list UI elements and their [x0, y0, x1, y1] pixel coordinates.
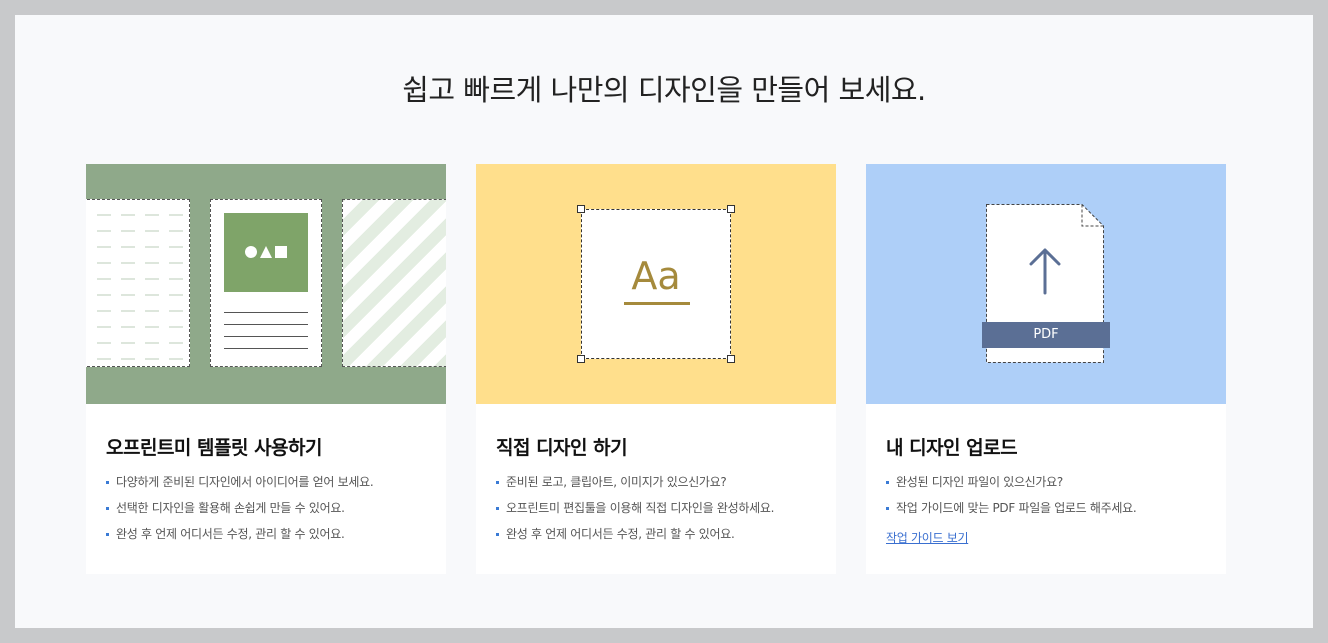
design-illustration: Aa — [476, 164, 836, 404]
card-template[interactable]: 오프린트미 템플릿 사용하기 다양하게 준비된 디자인에서 아이디어를 얻어 보… — [86, 164, 446, 574]
bullet-item: 다양하게 준비된 디자인에서 아이디어를 얻어 보세요. — [106, 474, 374, 500]
card-bullets: 준비된 로고, 클립아트, 이미지가 있으신가요? 오프린트미 편집툴을 이용해… — [496, 474, 774, 552]
bullet-item: 선택한 디자인을 활용해 손쉽게 만들 수 있어요. — [106, 500, 373, 526]
card-bullets: 다양하게 준비된 디자인에서 아이디어를 얻어 보세요. 선택한 디자인을 활용… — [106, 474, 374, 552]
card-upload[interactable]: PDF 내 디자인 업로드 완성된 디자인 파일이 있으신가요? 작업 가이드에… — [866, 164, 1226, 574]
template-page-right — [342, 199, 446, 367]
template-page-left — [86, 199, 190, 367]
bullet-item: 완성 후 언제 어디서든 수정, 관리 할 수 있어요. — [106, 526, 373, 552]
shapes-icon — [224, 213, 308, 292]
pdf-badge: PDF — [982, 322, 1110, 348]
card-title: 직접 디자인 하기 — [496, 437, 628, 459]
underline-bar — [624, 302, 690, 305]
font-sample-icon: Aa — [631, 254, 681, 298]
main-panel: 쉽고 빠르게 나만의 디자인을 만들어 보세요. 오프린트미 템플릿 사용하기 … — [15, 15, 1313, 628]
card-direct-design[interactable]: Aa 직접 디자인 하기 준비된 로고, 클립아트, 이미지가 있으신가요? 오… — [476, 164, 836, 574]
template-illustration — [86, 164, 446, 404]
bullet-item: 오프린트미 편집툴을 이용해 직접 디자인을 완성하세요. — [496, 500, 774, 526]
card-title: 내 디자인 업로드 — [886, 437, 1018, 459]
card-title: 오프린트미 템플릿 사용하기 — [106, 437, 323, 459]
text-selection-box: Aa — [577, 205, 735, 363]
bullet-item: 작업 가이드에 맞는 PDF 파일을 업로드 해주세요. — [886, 500, 1137, 526]
work-guide-link[interactable]: 작업 가이드 보기 — [886, 529, 969, 546]
upload-illustration: PDF — [866, 164, 1226, 404]
card-bullets: 완성된 디자인 파일이 있으신가요? 작업 가이드에 맞는 PDF 파일을 업로… — [886, 474, 1137, 526]
bullet-item: 완성 후 언제 어디서든 수정, 관리 할 수 있어요. — [496, 526, 774, 552]
bullet-item: 완성된 디자인 파일이 있으신가요? — [886, 474, 1136, 500]
template-page-middle — [210, 199, 322, 367]
bullet-item: 준비된 로고, 클립아트, 이미지가 있으신가요? — [496, 474, 774, 500]
page-headline: 쉽고 빠르게 나만의 디자인을 만들어 보세요. — [402, 73, 926, 107]
